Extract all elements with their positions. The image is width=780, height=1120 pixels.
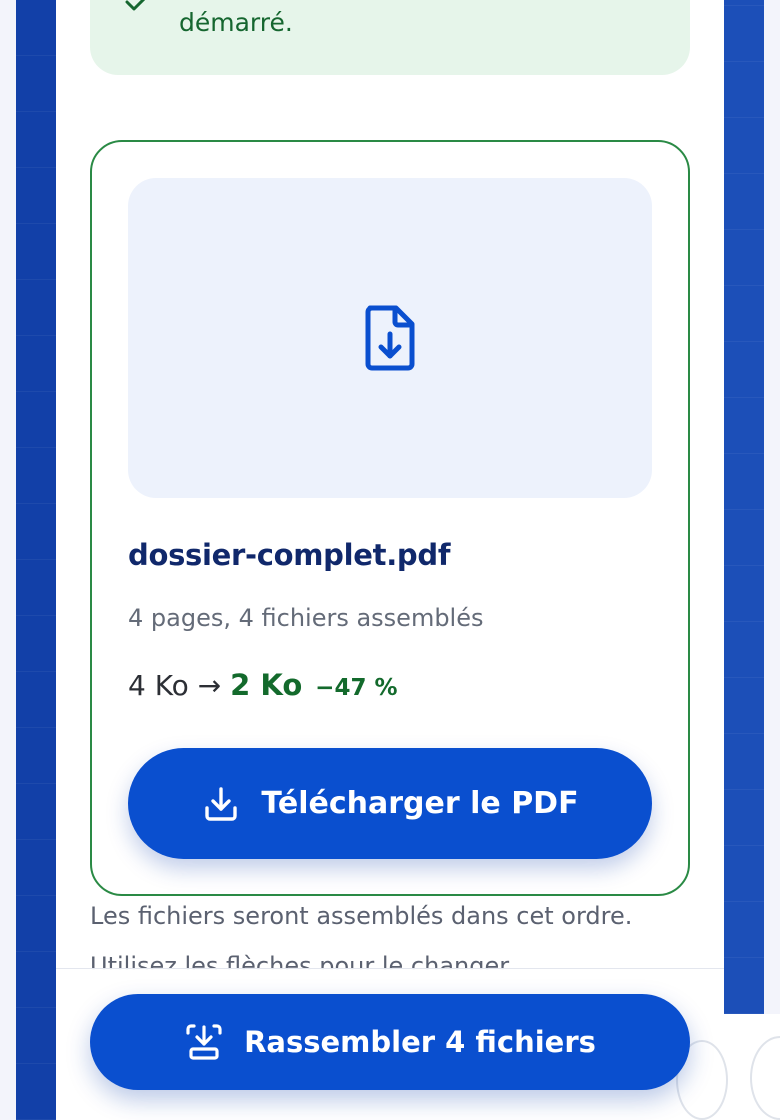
download-pdf-label: Télécharger le PDF — [261, 786, 579, 821]
merge-files-label: Rassembler 4 fichiers — [244, 1025, 596, 1059]
order-hint: Les fichiers seront assemblés dans cet o… — [90, 902, 633, 930]
file-name: dossier-complet.pdf — [128, 538, 451, 572]
merge-icon — [186, 1024, 222, 1060]
size-before: 4 Ko — [128, 669, 189, 702]
notice-text: démarré. — [179, 8, 293, 37]
background-band-right — [724, 0, 764, 1014]
page: démarré. dossier-complet.pdf 4 pages, 4 … — [0, 0, 780, 1120]
check-icon — [125, 0, 146, 11]
file-download-icon — [365, 305, 415, 371]
background-band-left — [16, 0, 56, 1120]
file-meta: 4 pages, 4 fichiers assemblés — [128, 604, 484, 632]
size-reduction: −47 % — [315, 675, 398, 701]
download-pdf-button[interactable]: Télécharger le PDF — [128, 748, 652, 859]
size-comparison: 4 Ko → 2 Ko −47 % — [128, 668, 398, 702]
arrow-icon: → — [197, 669, 222, 702]
size-after: 2 Ko — [230, 668, 303, 702]
pdf-preview — [128, 178, 652, 498]
download-icon — [205, 786, 238, 821]
merge-files-button[interactable]: Rassembler 4 fichiers — [90, 994, 690, 1090]
